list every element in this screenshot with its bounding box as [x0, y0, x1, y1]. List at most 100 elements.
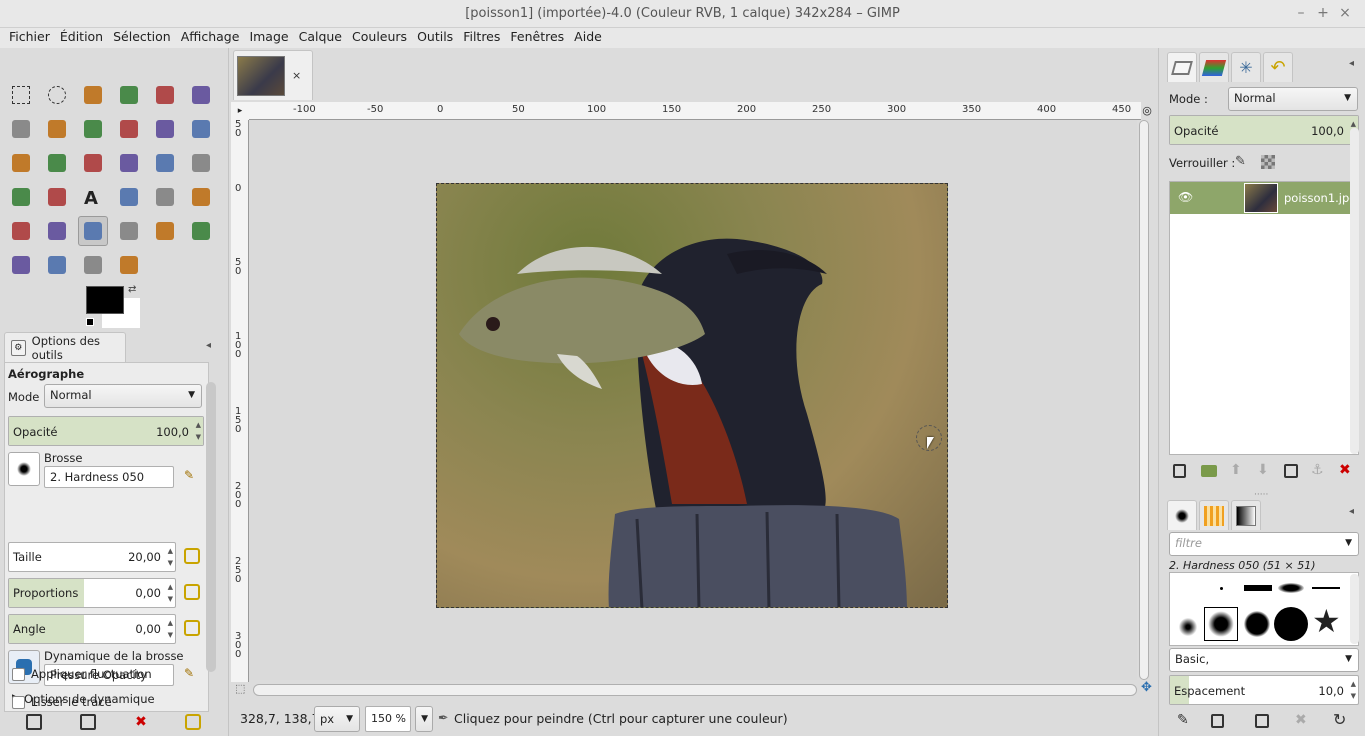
size-slider[interactable]: Taille 20,00 ▲ ▼ [8, 542, 176, 572]
restore-options-icon[interactable] [80, 714, 96, 730]
menu-calque[interactable]: Calque [294, 28, 347, 48]
ratio-spinner-icon[interactable]: ▲ ▼ [168, 581, 173, 605]
opacity-slider[interactable]: Opacité 100,0 ▲ ▼ [8, 416, 204, 446]
tool-zoom[interactable] [114, 114, 144, 144]
reset-options-icon[interactable] [185, 714, 201, 730]
tool-text[interactable]: A [78, 182, 108, 212]
tool-shear[interactable] [150, 148, 180, 178]
maximize-button[interactable]: + [1314, 4, 1332, 22]
raise-layer-icon[interactable]: ⬆ [1230, 462, 1242, 478]
brush-item[interactable] [1220, 587, 1223, 590]
tool-smudge[interactable] [78, 250, 108, 280]
menu-filtres[interactable]: Filtres [458, 28, 505, 48]
brush-name-field[interactable]: 2. Hardness 050 [44, 466, 174, 488]
menu-affichage[interactable]: Affichage [176, 28, 245, 48]
tool-crop[interactable] [42, 148, 72, 178]
layer-mode-dropdown[interactable]: Normal ▼ [1228, 87, 1358, 111]
tab-paths[interactable]: ✳ [1231, 52, 1261, 82]
brush-tag-field[interactable]: Basic, ▼ [1169, 648, 1359, 672]
size-spinner-icon[interactable]: ▲ ▼ [168, 545, 173, 569]
tool-fuzzy-select[interactable] [114, 80, 144, 110]
refresh-brushes-icon[interactable]: ↻ [1333, 710, 1346, 729]
angle-slider[interactable]: Angle 0,00 ▲ ▼ [8, 614, 176, 644]
menu-edition[interactable]: Édition [55, 28, 108, 48]
menu-fenetres[interactable]: Fenêtres [505, 28, 569, 48]
tool-flip[interactable] [6, 182, 36, 212]
brush-grid[interactable]: ★ [1169, 572, 1359, 646]
jitter-checkbox[interactable] [12, 668, 25, 681]
quick-mask-toggle-icon[interactable]: ⬚ [235, 682, 245, 695]
foreground-color-swatch[interactable] [86, 286, 124, 314]
tool-heal[interactable] [186, 216, 216, 246]
tool-color-picker[interactable] [78, 114, 108, 144]
lock-pixels-icon[interactable]: ✎ [1235, 154, 1246, 169]
canvas-viewport[interactable] [249, 120, 1137, 680]
eye-icon[interactable]: 👁 [1178, 190, 1193, 204]
menu-outils[interactable]: Outils [412, 28, 458, 48]
dock-separator-handle[interactable]: ····· [1254, 490, 1268, 500]
brush-item[interactable] [1312, 587, 1340, 589]
duplicate-brush-icon[interactable] [1255, 714, 1269, 728]
tool-scissors-select[interactable] [186, 80, 216, 110]
tool-bucket-fill[interactable] [114, 182, 144, 212]
tool-free-select[interactable] [78, 80, 108, 110]
tab-patterns[interactable] [1199, 500, 1229, 530]
ratio-slider[interactable]: Proportions 0,00 ▲ ▼ [8, 578, 176, 608]
tool-ellipse-select[interactable] [42, 80, 72, 110]
tool-move[interactable] [186, 114, 216, 144]
close-tab-icon[interactable]: × [292, 69, 301, 82]
tool-rect-select[interactable] [6, 80, 36, 110]
brush-filter-field[interactable]: filtre ▼ [1169, 532, 1359, 556]
layer-row[interactable]: 👁 poisson1.jpg [1170, 182, 1358, 214]
edit-dynamics-icon[interactable]: ✎ [184, 666, 194, 680]
tool-pencil[interactable] [186, 182, 216, 212]
delete-layer-icon[interactable]: ✖ [1339, 462, 1351, 478]
layers-scrollbar[interactable] [1350, 128, 1359, 454]
tool-rotate[interactable] [78, 148, 108, 178]
tool-scale[interactable] [114, 148, 144, 178]
edit-brush-icon[interactable]: ✎ [1177, 712, 1189, 728]
image-canvas[interactable] [436, 183, 948, 608]
vertical-scroll-thumb[interactable] [1139, 120, 1149, 680]
tool-options-scrollbar[interactable] [206, 382, 216, 672]
zoom-lock-icon[interactable]: ◎ [1139, 102, 1155, 120]
brush-item[interactable] [1274, 607, 1308, 641]
opacity-spinner-icon[interactable]: ▲ ▼ [196, 419, 201, 443]
tool-ink[interactable] [114, 216, 144, 246]
brush-item[interactable] [1244, 585, 1272, 591]
tab-undo-history[interactable]: ↶ [1263, 52, 1293, 82]
tab-brushes[interactable] [1167, 500, 1197, 530]
mode-dropdown[interactable]: Normal ▼ [44, 384, 202, 408]
fg-bg-colors[interactable]: ⇄ [84, 284, 142, 330]
panel-menu-icon[interactable]: ◂ [1349, 506, 1354, 517]
delete-brush-icon[interactable]: ✖ [1295, 712, 1307, 728]
lock-alpha-icon[interactable] [1261, 155, 1275, 169]
reset-ratio-icon[interactable] [184, 584, 200, 600]
horizontal-scrollbar[interactable] [253, 684, 1137, 696]
tool-perspective[interactable] [186, 148, 216, 178]
tool-clone[interactable] [150, 216, 180, 246]
vertical-scrollbar[interactable] [1138, 120, 1150, 682]
horizontal-ruler[interactable]: -100 -50 0 50 100 150 200 250 300 350 40… [249, 102, 1141, 120]
minimize-button[interactable]: – [1292, 4, 1310, 22]
layer-list[interactable]: 👁 poisson1.jpg [1169, 181, 1359, 455]
spacing-spinner-icon[interactable]: ▲ ▼ [1351, 678, 1356, 702]
close-button[interactable]: × [1336, 4, 1354, 22]
menu-couleurs[interactable]: Couleurs [347, 28, 412, 48]
brush-item[interactable] [1278, 583, 1304, 593]
unit-dropdown[interactable]: px ▼ [314, 706, 360, 732]
spacing-slider[interactable]: Espacement 10,0 ▲ ▼ [1169, 675, 1359, 705]
tool-paintbrush[interactable] [6, 216, 36, 246]
default-colors-icon[interactable] [86, 318, 94, 326]
tool-options-tab[interactable]: ⚙ Options des outils [4, 332, 126, 362]
tool-airbrush[interactable] [78, 216, 108, 246]
tool-blur-sharpen[interactable] [42, 250, 72, 280]
tool-gradient[interactable] [150, 182, 180, 212]
tool-eraser[interactable] [42, 216, 72, 246]
menu-selection[interactable]: Sélection [108, 28, 176, 48]
brush-item[interactable] [1178, 617, 1198, 637]
tool-alignment[interactable] [6, 148, 36, 178]
tab-gradients[interactable] [1231, 500, 1261, 530]
lower-layer-icon[interactable]: ⬇ [1257, 462, 1269, 478]
tab-channels[interactable] [1199, 52, 1229, 82]
